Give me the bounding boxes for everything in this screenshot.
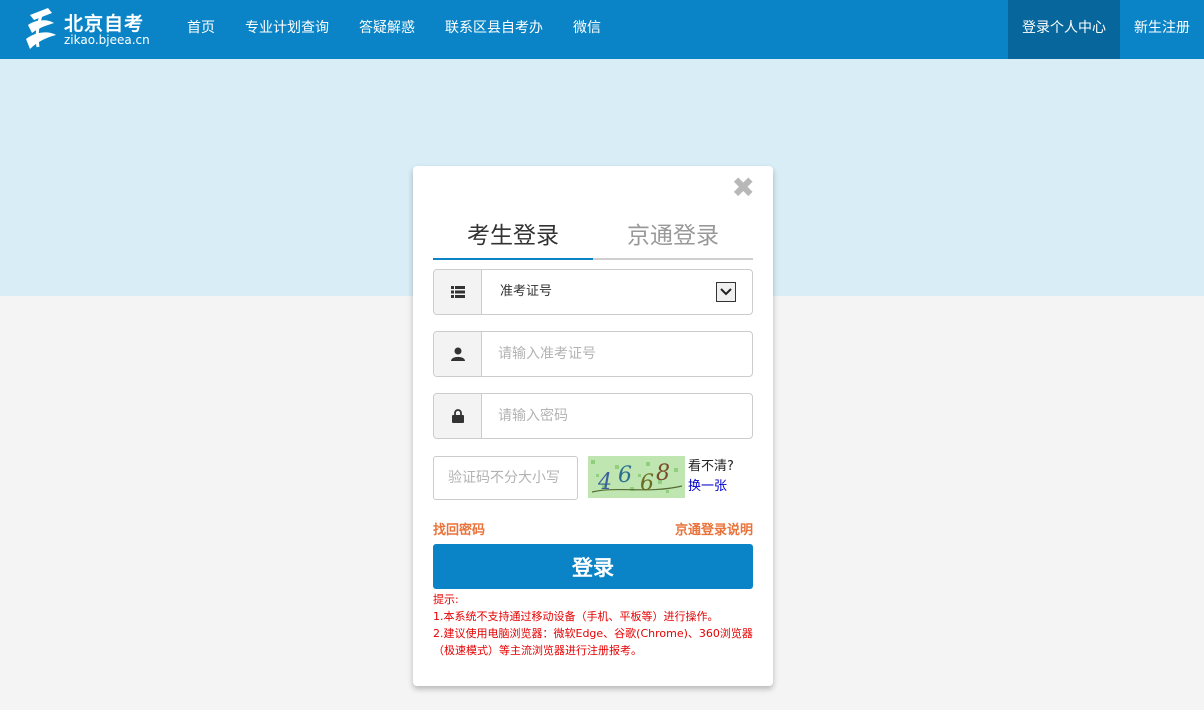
svg-text:6: 6 <box>618 463 632 488</box>
top-nav-bar: 北京自考 zikao.bjeea.cn 首页 专业计划查询 答疑解惑 联系区县自… <box>0 0 1204 59</box>
password-input[interactable] <box>482 394 752 438</box>
password-field <box>433 393 753 439</box>
user-icon <box>434 332 482 376</box>
tips-title: 提示: <box>433 593 459 606</box>
svg-text:8: 8 <box>656 461 670 486</box>
tip-item: 2.建议使用电脑浏览器：微软Edge、谷歌(Chrome)、360浏览器（极速模… <box>433 627 753 657</box>
forgot-password-link[interactable]: 找回密码 <box>433 519 485 538</box>
login-tips: 提示: 1.本系统不支持通过移动设备（手机、平板等）进行操作。 2.建议使用电脑… <box>433 591 753 659</box>
tab-jingtong-login[interactable]: 京通登录 <box>593 218 753 258</box>
captcha-input[interactable] <box>433 456 578 500</box>
id-type-select[interactable]: 准考证号 <box>433 269 753 315</box>
lock-icon <box>434 394 482 438</box>
nav-wechat[interactable]: 微信 <box>558 0 616 59</box>
captcha-hint: 看不清? <box>688 459 734 474</box>
logo-title: 北京自考 <box>64 13 145 35</box>
id-type-selected-value: 准考证号 <box>500 284 553 299</box>
nav-right: 登录个人中心 新生注册 <box>1008 0 1204 59</box>
chevron-down-icon[interactable] <box>716 282 736 302</box>
nav-major-plan-query[interactable]: 专业计划查询 <box>230 0 344 59</box>
nav-faq[interactable]: 答疑解惑 <box>344 0 430 59</box>
exam-id-field <box>433 331 753 377</box>
jingtong-login-help-link[interactable]: 京通登录说明 <box>675 519 753 538</box>
tip-item: 1.本系统不支持通过移动设备（手机、平板等）进行操作。 <box>433 610 719 623</box>
exam-id-input[interactable] <box>482 332 752 376</box>
svg-text:6: 6 <box>640 471 654 496</box>
list-icon <box>434 270 482 314</box>
svg-text:4: 4 <box>597 470 612 495</box>
captcha-image[interactable]: 4 6 6 8 <box>588 456 685 498</box>
tab-student-login[interactable]: 考生登录 <box>433 218 593 260</box>
login-button[interactable]: 登录 <box>433 544 753 589</box>
nav-home[interactable]: 首页 <box>172 0 230 59</box>
login-tabs: 考生登录 京通登录 <box>433 218 753 260</box>
nav-new-student-register[interactable]: 新生注册 <box>1120 0 1204 59</box>
site-logo[interactable]: 北京自考 zikao.bjeea.cn <box>22 5 162 53</box>
captcha-refresh-link[interactable]: 换一张 <box>688 477 727 497</box>
nav-district-office[interactable]: 联系区县自考办 <box>430 0 558 59</box>
logo-subtitle: zikao.bjeea.cn <box>64 33 150 47</box>
nav-login-personal-center[interactable]: 登录个人中心 <box>1008 0 1120 59</box>
logo-emblem-icon <box>26 8 56 49</box>
login-modal: ✖ 考生登录 京通登录 准考证号 请输入准考证号 验证码不分大小写 4 6 6 … <box>413 166 773 686</box>
close-icon[interactable]: ✖ <box>732 174 755 202</box>
main-nav: 首页 专业计划查询 答疑解惑 联系区县自考办 微信 <box>172 0 616 59</box>
